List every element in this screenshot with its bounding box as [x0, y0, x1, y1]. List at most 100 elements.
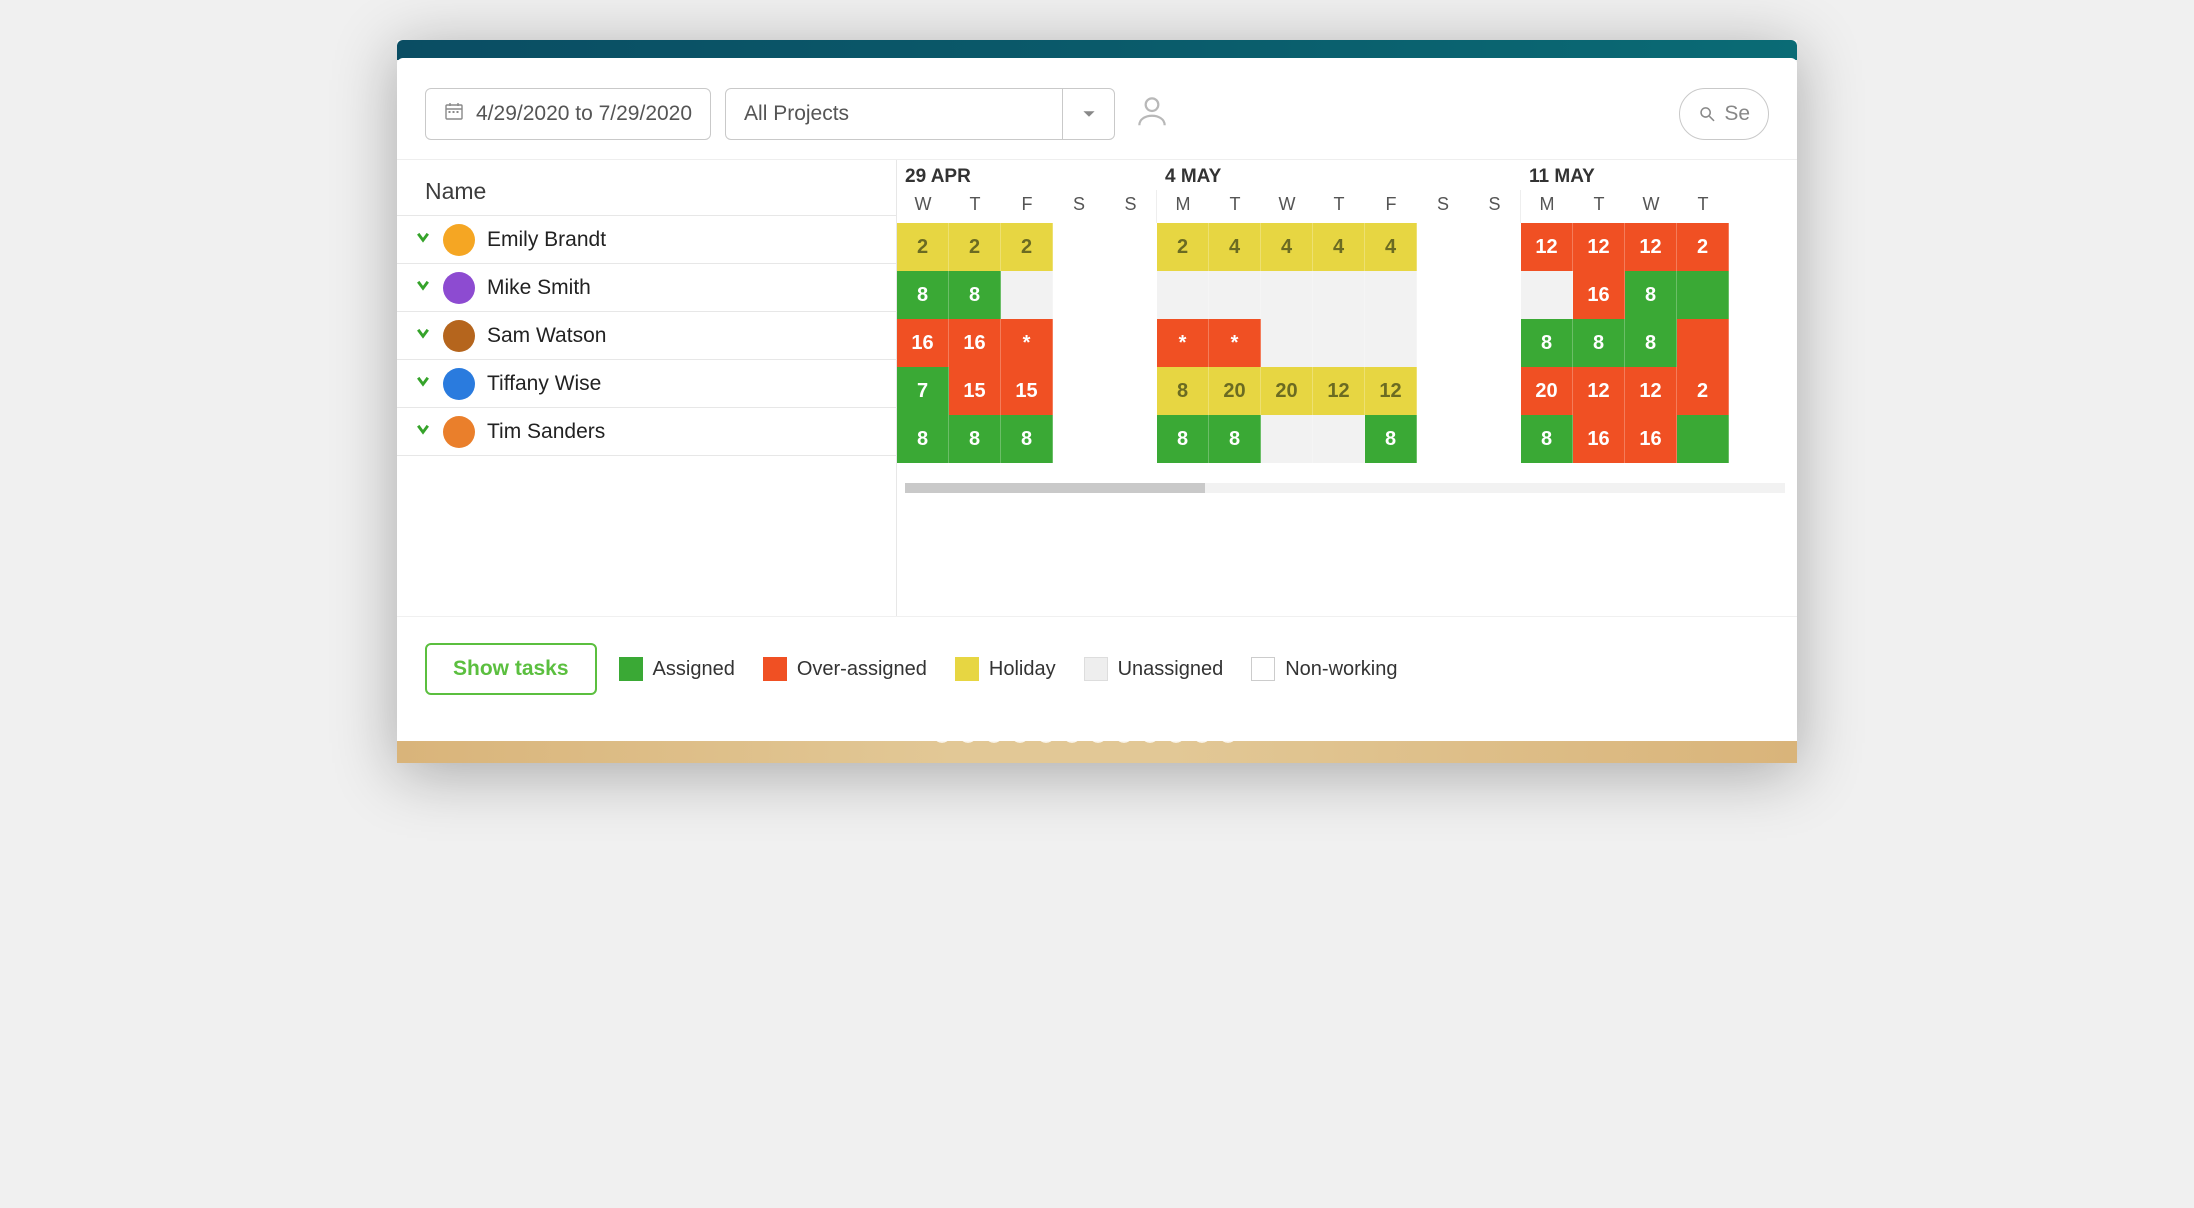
- workload-cell[interactable]: 12: [1625, 367, 1677, 415]
- workload-cell[interactable]: [1313, 415, 1365, 463]
- day-label: T: [949, 190, 1001, 223]
- workload-cell[interactable]: *: [1209, 319, 1261, 367]
- workload-cell[interactable]: [1105, 223, 1157, 271]
- scrollbar-thumb[interactable]: [905, 483, 1205, 493]
- workload-cell[interactable]: [1053, 319, 1105, 367]
- workload-cell[interactable]: 16: [1573, 271, 1625, 319]
- workload-cell[interactable]: [1677, 271, 1729, 319]
- workload-cell[interactable]: [1105, 319, 1157, 367]
- workload-cell[interactable]: 7: [897, 367, 949, 415]
- calendar-row: 88888881616: [897, 415, 1797, 463]
- workload-cell[interactable]: 8: [897, 415, 949, 463]
- workload-cell[interactable]: 2: [1677, 223, 1729, 271]
- workload-cell[interactable]: 12: [1313, 367, 1365, 415]
- workload-cell[interactable]: [1157, 271, 1209, 319]
- workload-cell[interactable]: 2: [897, 223, 949, 271]
- workload-cell[interactable]: [1469, 415, 1521, 463]
- workload-cell[interactable]: 16: [1625, 415, 1677, 463]
- workload-cell[interactable]: [1677, 319, 1729, 367]
- workload-cell[interactable]: 8: [1521, 415, 1573, 463]
- workload-cell[interactable]: [1469, 223, 1521, 271]
- workload-cell[interactable]: 8: [1521, 319, 1573, 367]
- workload-cell[interactable]: [1053, 415, 1105, 463]
- resource-row: Sam Watson: [397, 312, 896, 360]
- workload-cell[interactable]: 2: [1157, 223, 1209, 271]
- legend: AssignedOver-assignedHolidayUnassignedNo…: [619, 657, 1398, 681]
- workload-cell[interactable]: [1469, 271, 1521, 319]
- workload-cell[interactable]: 20: [1261, 367, 1313, 415]
- workload-cell[interactable]: 4: [1313, 223, 1365, 271]
- workload-cell[interactable]: 4: [1209, 223, 1261, 271]
- workload-cell[interactable]: [1365, 319, 1417, 367]
- workload-cell[interactable]: 4: [1365, 223, 1417, 271]
- workload-cell[interactable]: [1105, 271, 1157, 319]
- day-label: M: [1521, 190, 1573, 223]
- expand-chevron-icon[interactable]: [415, 277, 431, 298]
- search-input[interactable]: Se: [1679, 88, 1769, 140]
- expand-chevron-icon[interactable]: [415, 373, 431, 394]
- workload-cell[interactable]: [1521, 271, 1573, 319]
- workload-cell[interactable]: [1417, 223, 1469, 271]
- workload-cell[interactable]: 8: [949, 415, 1001, 463]
- workload-cell[interactable]: 12: [1521, 223, 1573, 271]
- workload-cell[interactable]: 2: [949, 223, 1001, 271]
- workload-cell[interactable]: [1053, 271, 1105, 319]
- workload-cell[interactable]: 15: [949, 367, 1001, 415]
- workload-cell[interactable]: 12: [1625, 223, 1677, 271]
- workload-cell[interactable]: 8: [1365, 415, 1417, 463]
- workload-cell[interactable]: 20: [1521, 367, 1573, 415]
- workload-cell[interactable]: [1001, 271, 1053, 319]
- person-filter-icon[interactable]: [1129, 86, 1175, 141]
- workload-cell[interactable]: 12: [1365, 367, 1417, 415]
- workload-cell[interactable]: [1469, 367, 1521, 415]
- workload-cell[interactable]: 16: [897, 319, 949, 367]
- workload-cell[interactable]: [1261, 319, 1313, 367]
- workload-cell[interactable]: 2: [1001, 223, 1053, 271]
- workload-cell[interactable]: 12: [1573, 223, 1625, 271]
- workload-cell[interactable]: [1417, 271, 1469, 319]
- workload-cell[interactable]: [1105, 415, 1157, 463]
- workload-cell[interactable]: 4: [1261, 223, 1313, 271]
- workload-cell[interactable]: [1261, 415, 1313, 463]
- workload-cell[interactable]: 8: [1625, 271, 1677, 319]
- workload-cell[interactable]: [1417, 415, 1469, 463]
- workload-cell[interactable]: 8: [1209, 415, 1261, 463]
- workload-cell[interactable]: 15: [1001, 367, 1053, 415]
- expand-chevron-icon[interactable]: [415, 229, 431, 250]
- workload-cell[interactable]: 16: [1573, 415, 1625, 463]
- workload-cell[interactable]: 8: [1625, 319, 1677, 367]
- workload-cell[interactable]: 8: [949, 271, 1001, 319]
- day-label: T: [1313, 190, 1365, 223]
- show-tasks-button[interactable]: Show tasks: [425, 643, 597, 695]
- workload-cell[interactable]: [1209, 271, 1261, 319]
- workload-cell[interactable]: 8: [1157, 367, 1209, 415]
- workload-cell[interactable]: [1677, 415, 1729, 463]
- date-range-picker[interactable]: 4/29/2020 to 7/29/2020: [425, 88, 711, 140]
- workload-cell[interactable]: [1417, 367, 1469, 415]
- workload-cell[interactable]: [1313, 271, 1365, 319]
- horizontal-scrollbar[interactable]: [905, 483, 1785, 493]
- workload-cell[interactable]: [1261, 271, 1313, 319]
- day-label: W: [1625, 190, 1677, 223]
- workload-cell[interactable]: *: [1157, 319, 1209, 367]
- workload-cell[interactable]: 8: [897, 271, 949, 319]
- workload-cell[interactable]: [1053, 223, 1105, 271]
- workload-cell[interactable]: [1469, 319, 1521, 367]
- workload-cell[interactable]: [1313, 319, 1365, 367]
- workload-cell[interactable]: 8: [1573, 319, 1625, 367]
- workload-cell[interactable]: 20: [1209, 367, 1261, 415]
- expand-chevron-icon[interactable]: [415, 421, 431, 442]
- expand-chevron-icon[interactable]: [415, 325, 431, 346]
- workload-cell[interactable]: 16: [949, 319, 1001, 367]
- workload-cell[interactable]: [1053, 367, 1105, 415]
- project-filter-select[interactable]: All Projects: [725, 88, 1115, 140]
- workload-cell[interactable]: 8: [1001, 415, 1053, 463]
- workload-cell[interactable]: [1105, 367, 1157, 415]
- day-label: T: [1677, 190, 1729, 223]
- workload-cell[interactable]: *: [1001, 319, 1053, 367]
- workload-cell[interactable]: 2: [1677, 367, 1729, 415]
- workload-cell[interactable]: [1417, 319, 1469, 367]
- workload-cell[interactable]: [1365, 271, 1417, 319]
- workload-cell[interactable]: 12: [1573, 367, 1625, 415]
- workload-cell[interactable]: 8: [1157, 415, 1209, 463]
